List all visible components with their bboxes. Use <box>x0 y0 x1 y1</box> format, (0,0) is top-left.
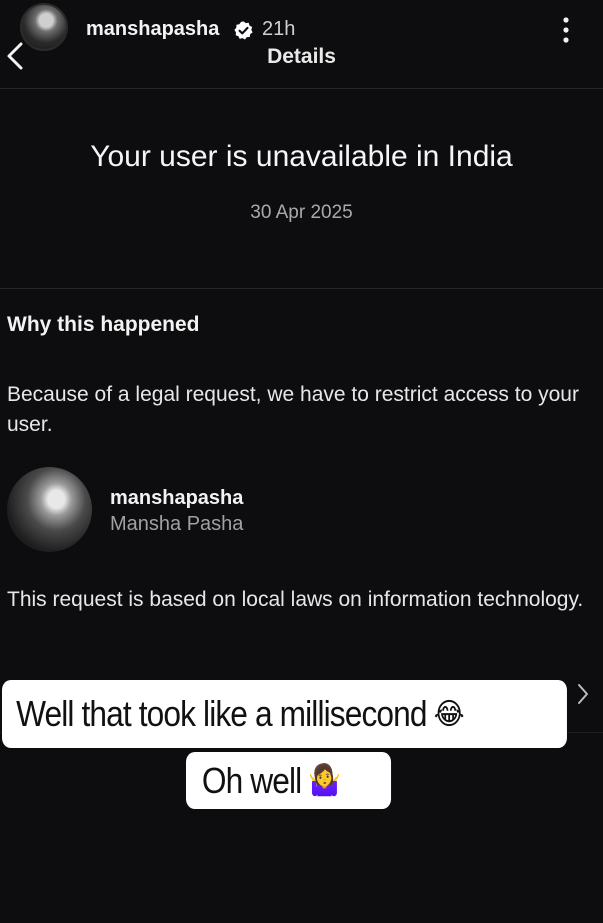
notice-headline: Your user is unavailable in India <box>90 140 513 173</box>
reason-text: Because of a legal request, we have to r… <box>7 383 579 436</box>
page-title: Details <box>267 45 336 68</box>
account-handle[interactable]: manshapasha <box>110 487 243 510</box>
chevron-right-icon[interactable] <box>576 683 590 705</box>
sticker-text-1: Well that took like a millisecond <box>16 693 427 734</box>
story-header: manshapasha 21h Details <box>0 0 603 88</box>
text-sticker-1[interactable]: Well that took like a millisecond 😂 <box>2 680 567 748</box>
story-timestamp: 21h <box>262 18 296 40</box>
notice-date: 30 Apr 2025 <box>250 202 353 223</box>
story-username[interactable]: manshapasha <box>86 18 219 41</box>
verified-badge-icon <box>234 21 253 40</box>
account-avatar[interactable] <box>7 467 92 552</box>
section-divider <box>0 288 603 289</box>
account-name: Mansha Pasha <box>110 513 244 535</box>
section-heading: Why this happened <box>7 313 200 336</box>
header-divider <box>0 88 603 89</box>
laughing-emoji-icon: 😂 <box>433 696 465 732</box>
text-sticker-2[interactable]: Oh well 🤷‍♀️ <box>186 752 392 809</box>
sticker-text-2: Oh well <box>201 759 302 801</box>
story-avatar[interactable] <box>20 3 68 51</box>
basis-text: This request is based on local laws on i… <box>7 588 584 611</box>
shrug-emoji-icon: 🤷‍♀️ <box>308 763 341 798</box>
more-vertical-icon[interactable] <box>558 14 574 46</box>
